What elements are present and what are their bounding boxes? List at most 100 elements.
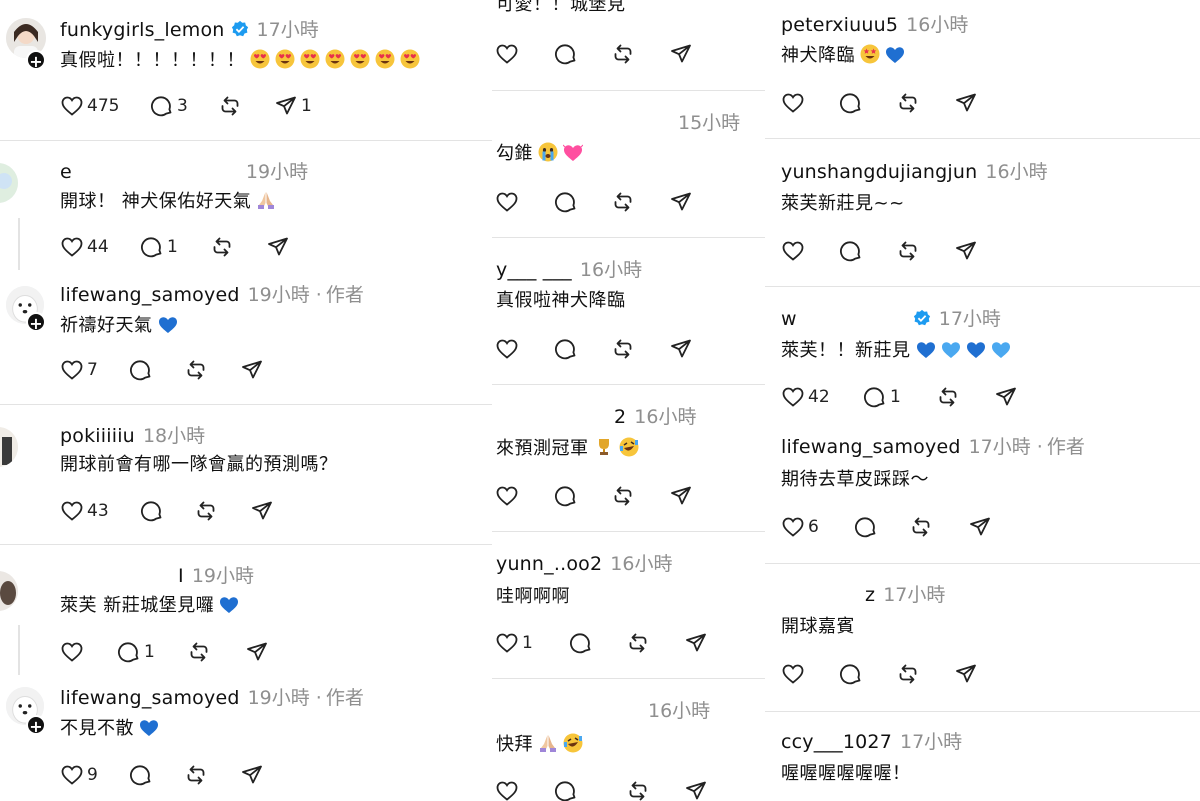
avatar[interactable] bbox=[0, 427, 18, 467]
comment-button[interactable] bbox=[129, 762, 153, 788]
repost-button[interactable] bbox=[909, 514, 933, 540]
repost-button[interactable] bbox=[210, 234, 234, 260]
like-button[interactable]: 9 bbox=[60, 762, 98, 788]
action-bar: 1 bbox=[495, 630, 755, 656]
comment-button[interactable] bbox=[554, 483, 578, 509]
repost-button[interactable] bbox=[611, 189, 635, 215]
repost-button[interactable] bbox=[896, 238, 920, 264]
follow-plus-icon[interactable]: + bbox=[26, 50, 46, 71]
repost-button[interactable] bbox=[184, 357, 208, 383]
username[interactable]: pokiiiiiu bbox=[60, 425, 135, 447]
comment-button[interactable]: 3 bbox=[150, 93, 188, 119]
username[interactable]: w bbox=[781, 308, 797, 330]
like-button[interactable] bbox=[781, 661, 805, 687]
username[interactable]: lifewang_samoyed bbox=[60, 687, 240, 709]
follow-plus-icon[interactable]: + bbox=[26, 312, 46, 333]
like-button[interactable] bbox=[495, 336, 519, 362]
share-button[interactable] bbox=[669, 189, 693, 215]
repost-button[interactable] bbox=[184, 762, 208, 788]
like-button[interactable] bbox=[781, 238, 805, 264]
username[interactable]: ccy___1027 bbox=[781, 731, 892, 753]
repost-button[interactable] bbox=[187, 639, 211, 665]
like-button[interactable]: 1 bbox=[495, 630, 533, 656]
repost-button[interactable] bbox=[194, 498, 218, 524]
comment-button[interactable] bbox=[839, 90, 863, 116]
like-button[interactable] bbox=[495, 483, 519, 509]
share-button[interactable] bbox=[245, 639, 269, 665]
username[interactable]: funkygirls_lemon bbox=[60, 19, 225, 41]
share-button[interactable] bbox=[669, 336, 693, 362]
share-button[interactable] bbox=[669, 41, 693, 67]
username[interactable]: lifewang_samoyed bbox=[781, 436, 961, 458]
comment-post: + lifewang_samoyed 19小時 · 作者 不見不散 9 bbox=[0, 675, 492, 801]
like-button[interactable]: 43 bbox=[60, 498, 109, 524]
repost-button[interactable] bbox=[218, 93, 242, 119]
share-button[interactable] bbox=[954, 661, 978, 687]
comment-button[interactable] bbox=[554, 189, 578, 215]
share-button[interactable] bbox=[968, 514, 992, 540]
share-button[interactable] bbox=[250, 498, 274, 524]
username[interactable]: I bbox=[178, 565, 184, 587]
comment-button[interactable] bbox=[839, 661, 863, 687]
repost-button[interactable] bbox=[896, 90, 920, 116]
username[interactable]: yunshangdujiangjun bbox=[781, 161, 977, 183]
avatar[interactable] bbox=[0, 571, 18, 611]
comment-bubble-icon bbox=[151, 96, 172, 117]
repost-button[interactable] bbox=[611, 336, 635, 362]
share-button[interactable] bbox=[954, 90, 978, 116]
comment-button[interactable]: 1 bbox=[117, 639, 155, 665]
username[interactable]: 2 bbox=[614, 406, 626, 428]
username[interactable]: y___ ___ bbox=[496, 259, 572, 281]
comment-button[interactable] bbox=[554, 336, 578, 362]
repost-button[interactable] bbox=[611, 41, 635, 67]
comment-button[interactable] bbox=[569, 630, 593, 656]
share-button[interactable] bbox=[994, 384, 1018, 410]
like-button[interactable] bbox=[495, 778, 519, 801]
share-button[interactable] bbox=[954, 238, 978, 264]
repost-arrows-icon bbox=[190, 642, 208, 662]
star-struck-emoji-icon bbox=[860, 44, 880, 64]
comment-text: 快拜 bbox=[496, 734, 533, 755]
comment-post: 可愛！！城堡見 bbox=[492, 0, 765, 90]
emoji-row bbox=[855, 44, 905, 66]
username[interactable]: yunn_..oo2 bbox=[496, 553, 602, 575]
comment-button[interactable]: 1 bbox=[863, 384, 901, 410]
comment-button[interactable] bbox=[554, 778, 578, 801]
like-button[interactable]: 6 bbox=[781, 514, 819, 540]
username[interactable]: lifewang_samoyed bbox=[60, 284, 240, 306]
share-button[interactable] bbox=[684, 778, 708, 801]
comment-button[interactable] bbox=[854, 514, 878, 540]
username[interactable]: z bbox=[865, 584, 875, 606]
like-button[interactable] bbox=[495, 189, 519, 215]
share-button[interactable]: 1 bbox=[274, 93, 312, 119]
follow-plus-icon[interactable]: + bbox=[26, 715, 46, 736]
heart-outline-icon bbox=[496, 633, 518, 653]
username[interactable]: peterxiuuu5 bbox=[781, 14, 898, 36]
like-button[interactable] bbox=[495, 41, 519, 67]
avatar[interactable] bbox=[0, 163, 18, 203]
comment-button[interactable] bbox=[839, 238, 863, 264]
like-button[interactable]: 44 bbox=[60, 234, 109, 260]
like-button[interactable] bbox=[781, 90, 805, 116]
like-button[interactable]: 42 bbox=[781, 384, 830, 410]
comment-button[interactable] bbox=[129, 357, 153, 383]
comment-button[interactable] bbox=[140, 498, 164, 524]
comment-button[interactable] bbox=[554, 41, 578, 67]
share-button[interactable] bbox=[240, 357, 264, 383]
repost-button[interactable] bbox=[626, 778, 650, 801]
like-button[interactable]: 475 bbox=[60, 93, 119, 119]
like-button[interactable] bbox=[60, 639, 84, 665]
comment-bubble-icon bbox=[130, 765, 151, 786]
comment-button[interactable]: 1 bbox=[140, 234, 178, 260]
repost-arrows-icon bbox=[614, 192, 632, 212]
repost-button[interactable] bbox=[611, 483, 635, 509]
share-button[interactable] bbox=[669, 483, 693, 509]
share-button[interactable] bbox=[684, 630, 708, 656]
repost-button[interactable] bbox=[936, 384, 960, 410]
share-button[interactable] bbox=[240, 762, 264, 788]
like-button[interactable]: 7 bbox=[60, 357, 98, 383]
repost-button[interactable] bbox=[896, 661, 920, 687]
repost-button[interactable] bbox=[626, 630, 650, 656]
username[interactable]: e bbox=[60, 161, 72, 183]
share-button[interactable] bbox=[266, 234, 290, 260]
